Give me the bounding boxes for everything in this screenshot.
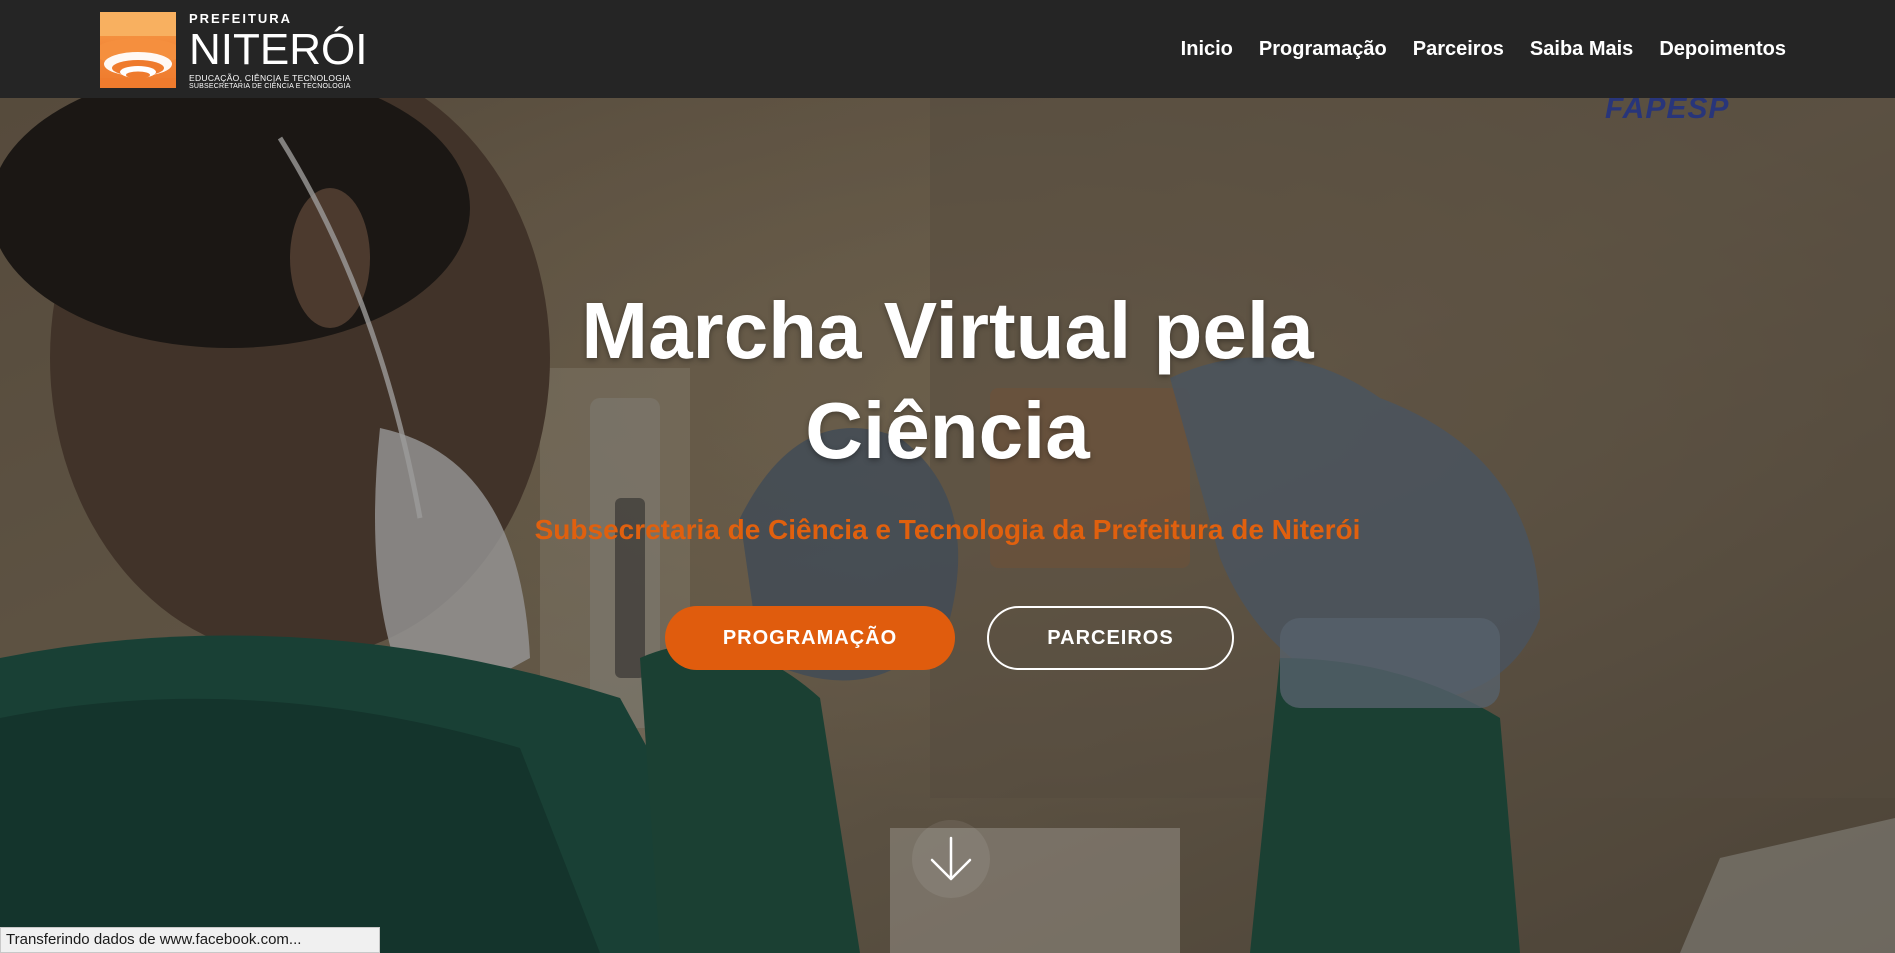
- scroll-down-button[interactable]: [912, 820, 990, 898]
- programacao-button[interactable]: PROGRAMAÇÃO: [665, 606, 955, 670]
- hero-subtitle: Subsecretaria de Ciência e Tecnologia da…: [534, 514, 1361, 545]
- hero-section: FAPESP Marcha Virtual pela Ciência Subse…: [0, 98, 1895, 953]
- logo-subtitle-2: SUBSECRETARIA DE CIÊNCIA E TECNOLOGIA: [189, 83, 351, 90]
- nav-programacao[interactable]: Programação: [1259, 37, 1387, 61]
- parceiros-button[interactable]: PARCEIROS: [987, 606, 1234, 670]
- logo-pretitle: PREFEITURA: [189, 11, 293, 26]
- main-nav: Inicio Programação Parceiros Saiba Mais …: [1181, 37, 1786, 61]
- logo-name: NITERÓI: [189, 25, 368, 74]
- nav-inicio[interactable]: Inicio: [1181, 37, 1233, 61]
- arrow-down-icon: [930, 836, 972, 881]
- logo-text: PREFEITURA NITERÓI EDUCAÇÃO, CIÊNCIA E T…: [189, 12, 367, 91]
- logo-mark-icon: [100, 12, 176, 88]
- browser-status-bar: Transferindo dados de www.facebook.com..…: [0, 927, 380, 953]
- parceiros-button-label: PARCEIROS: [1047, 626, 1174, 649]
- hero-title-line-2: Ciência: [805, 386, 1090, 475]
- niteroi-logo[interactable]: PREFEITURA NITERÓI EDUCAÇÃO, CIÊNCIA E T…: [100, 12, 380, 91]
- fapesp-watermark: FAPESP: [1605, 98, 1730, 125]
- hero-title-line-1: Marcha Virtual pela: [581, 286, 1314, 375]
- nav-saiba-mais[interactable]: Saiba Mais: [1530, 37, 1633, 61]
- logo-subtitle-1: EDUCAÇÃO, CIÊNCIA E TECNOLOGIA: [189, 73, 351, 83]
- nav-depoimentos[interactable]: Depoimentos: [1659, 37, 1786, 61]
- hero-title: Marcha Virtual pela Ciência: [0, 281, 1895, 481]
- site-header: PREFEITURA NITERÓI EDUCAÇÃO, CIÊNCIA E T…: [0, 0, 1895, 98]
- programacao-button-label: PROGRAMAÇÃO: [722, 626, 898, 649]
- nav-parceiros[interactable]: Parceiros: [1413, 37, 1504, 61]
